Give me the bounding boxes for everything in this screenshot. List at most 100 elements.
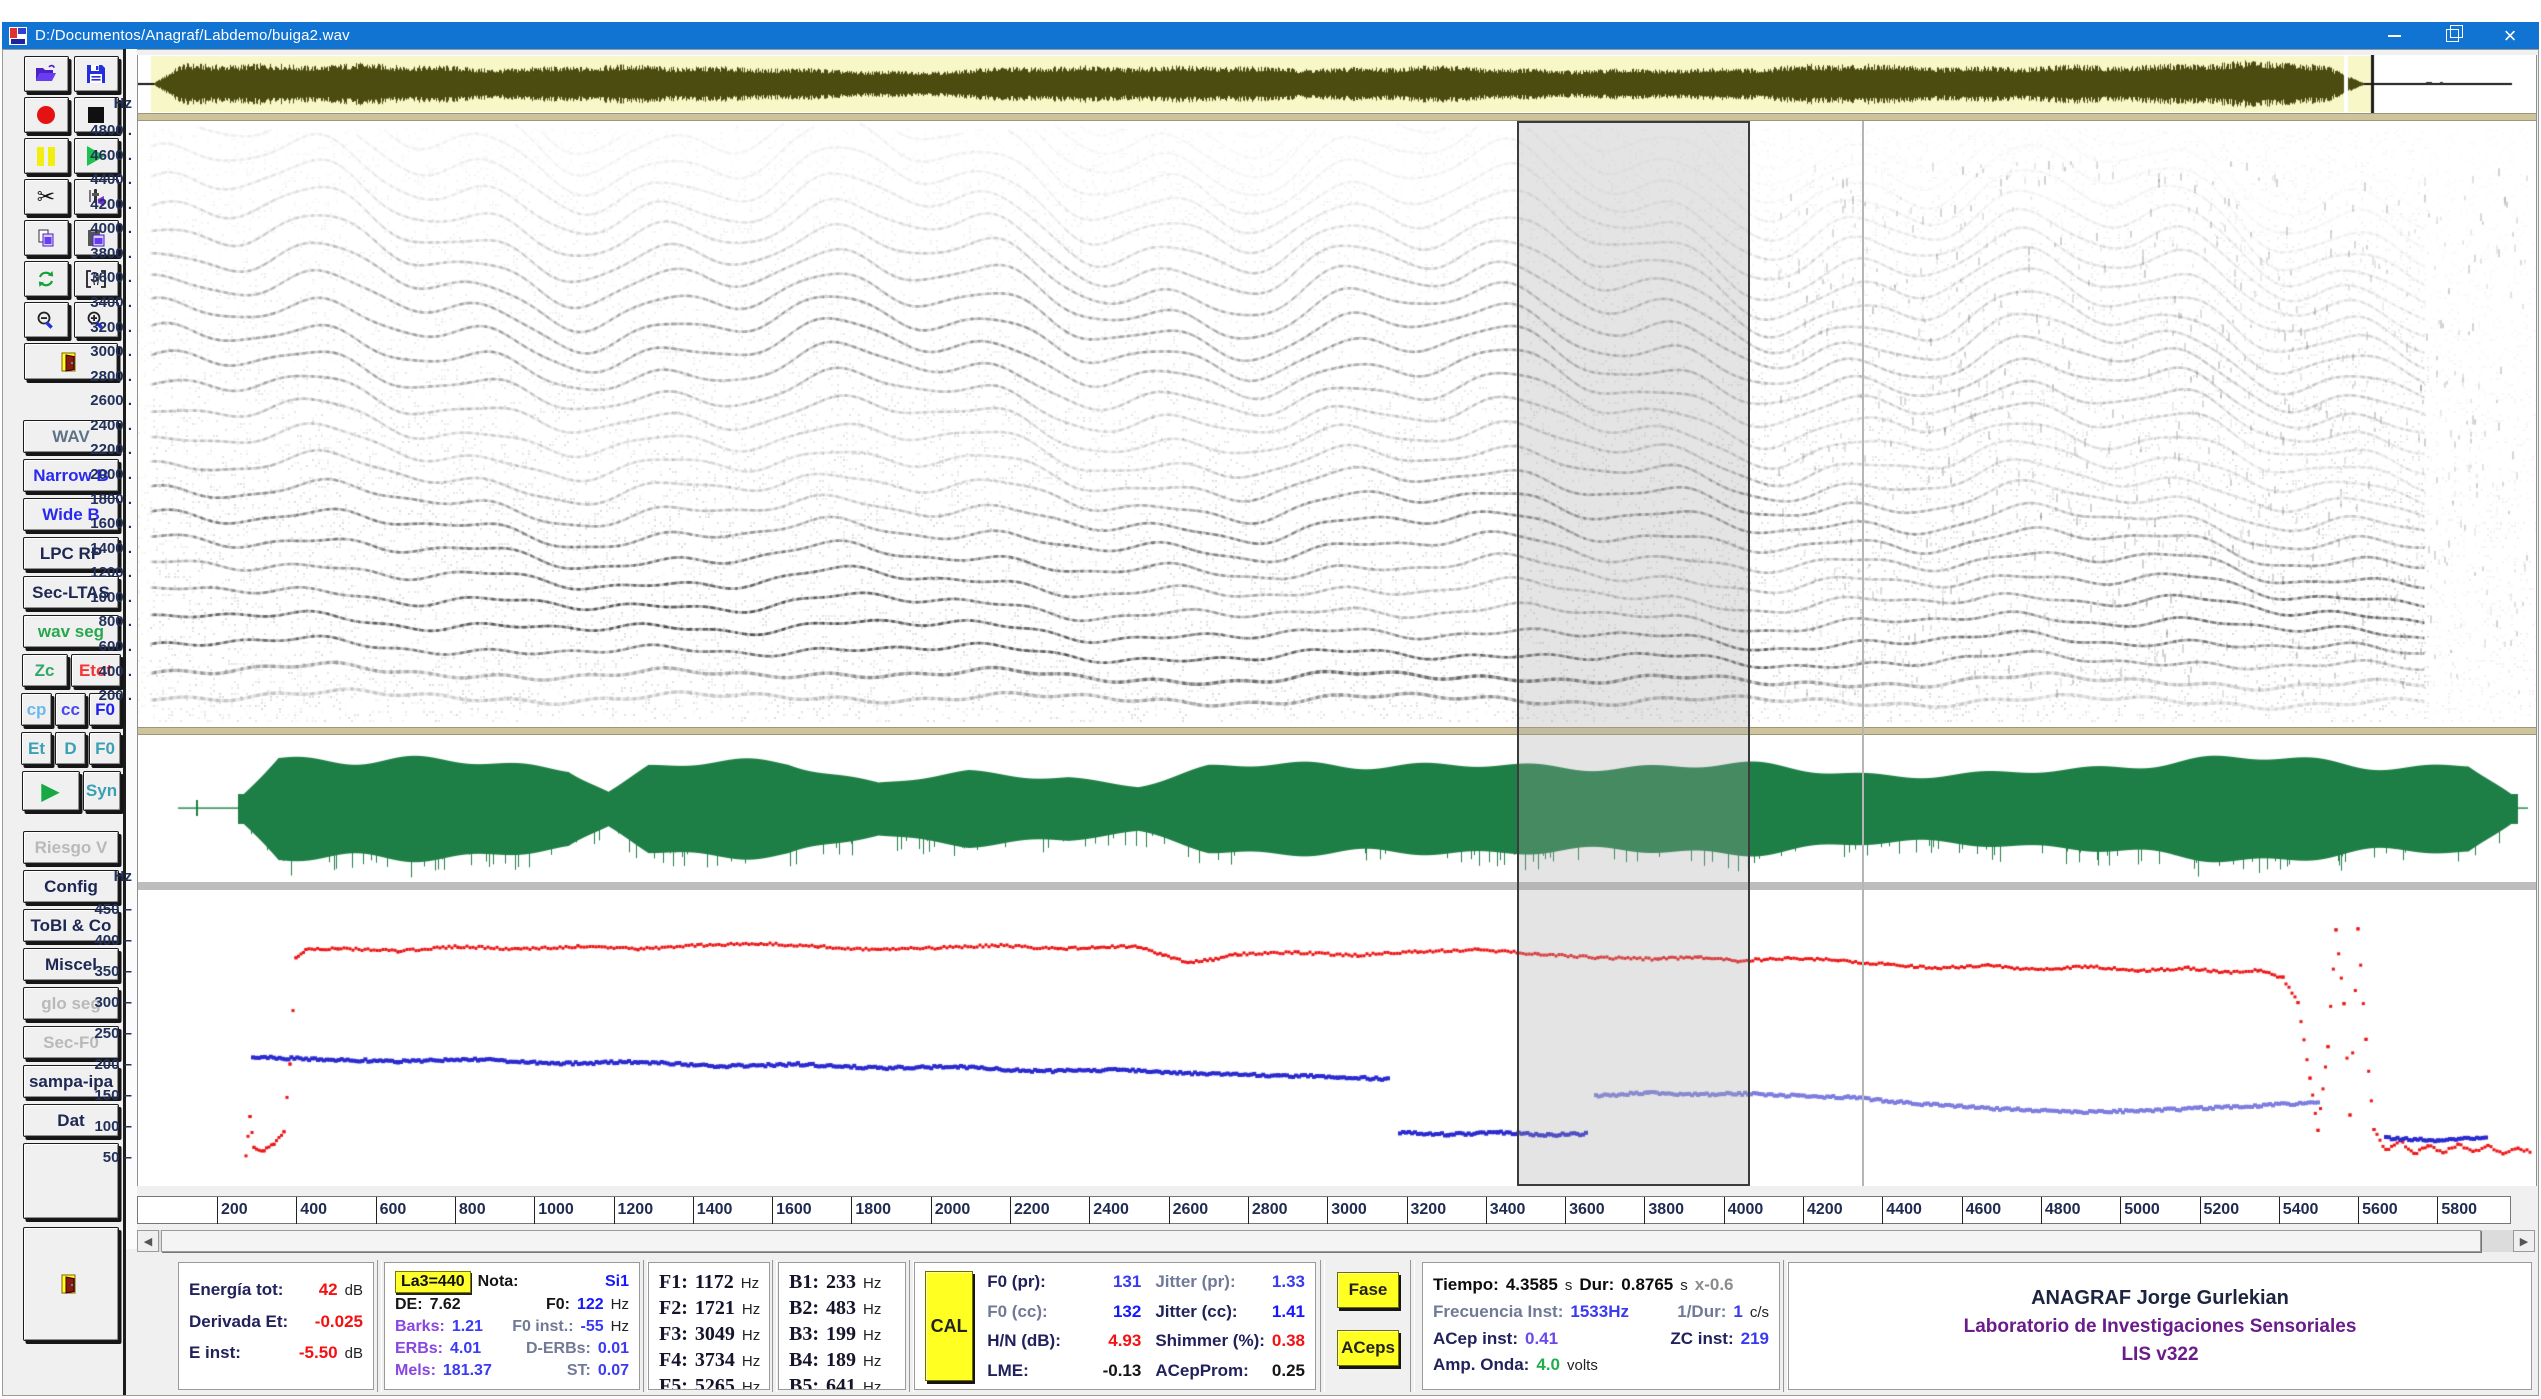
cut-button[interactable]: ✂ (24, 179, 69, 215)
measurement-label: ACepProm: (1155, 1360, 1249, 1381)
time-tick-label: 4400 (1886, 1201, 1922, 1219)
time-tick-label: 4800 (2045, 1201, 2081, 1219)
measurement-label: D-ERBs: (526, 1339, 591, 1359)
lab-name: Laboratorio de Investigaciones Sensorial… (1964, 1316, 2357, 1338)
spectrogram-canvas[interactable] (138, 121, 2536, 727)
side-button-f0[interactable]: F0 (89, 732, 121, 765)
measurement-value: -55 (581, 1317, 604, 1337)
refresh-button[interactable] (24, 261, 69, 297)
app-credit: ANAGRAF Jorge Gurlekian (2031, 1287, 2289, 1310)
pause-button[interactable] (24, 138, 69, 174)
fase-button[interactable]: Fase (1337, 1272, 1399, 1308)
axis-tick-label: 800 . (86, 613, 132, 630)
side-button-riesgo-v[interactable]: Riesgo V (23, 831, 119, 864)
record-button[interactable] (24, 97, 69, 133)
scroll-right-button[interactable]: ▶ (2513, 1230, 2535, 1252)
f0-contour-panel[interactable] (138, 890, 2536, 1186)
measurement-value: s (1565, 1277, 1573, 1296)
bandwidths-panel: B1:233HzB2:483HzB3:199HzB4:189HzB5:641Hz (778, 1262, 906, 1390)
measurement-value: Hz (742, 1379, 760, 1390)
axis-unit-label: Hz (86, 868, 132, 885)
measurement-value: 219 (1741, 1328, 1769, 1349)
time-tick (693, 1197, 694, 1224)
overview-waveform-canvas[interactable] (138, 55, 2536, 113)
measurement-value: 483 (826, 1296, 856, 1321)
overview-waveform-panel[interactable] (138, 55, 2536, 114)
measurement-label: B2: (789, 1296, 819, 1321)
restore-button[interactable] (2423, 22, 2481, 49)
spectrogram-panel[interactable] (138, 121, 2536, 727)
measurement-value: Mels: (395, 1361, 436, 1381)
axis-tick-label: 100 – (86, 1118, 132, 1135)
measurement-label: F3: (659, 1322, 688, 1347)
axis-tick-label: 4400 . (86, 171, 132, 188)
measurement-value: 132 (1113, 1301, 1141, 1322)
measurement-value: 181.37 (443, 1361, 492, 1381)
measurement-label: F0 inst.: (512, 1317, 573, 1337)
time-selection-overlay[interactable] (1517, 121, 1750, 1186)
aceps-button[interactable]: ACeps (1337, 1330, 1399, 1366)
axis-tick-label: 2200 . (86, 441, 132, 458)
measurement-value: 0.41 (1525, 1328, 1558, 1349)
time-tick (2358, 1197, 2359, 1224)
side-button-zc[interactable]: Zc (22, 654, 68, 687)
time-tick (296, 1197, 297, 1224)
save-file-button[interactable] (74, 56, 119, 92)
zoom-out-icon (36, 310, 56, 330)
time-tick-label: 2200 (1014, 1201, 1050, 1219)
measurement-label: F5: (659, 1374, 688, 1390)
measurement-value[interactable]: La3=440 (395, 1271, 471, 1293)
time-axis: 2004006008001000120014001600180020002200… (137, 1196, 2511, 1224)
measurement-label: Shimmer (%): (1155, 1330, 1265, 1351)
side-button-et[interactable]: Et (21, 732, 52, 765)
time-tick (534, 1197, 535, 1224)
cal-button[interactable]: CAL (925, 1271, 973, 1381)
time-tick (1565, 1197, 1566, 1224)
horizontal-scrollbar[interactable]: ◀ ▶ (137, 1230, 2535, 1252)
measurement-label: F4: (659, 1348, 688, 1373)
minimize-button[interactable] (2365, 22, 2423, 49)
side-button-cp[interactable]: cp (21, 693, 52, 726)
measurement-label: F2: (659, 1296, 688, 1321)
measurement-value: F0: (546, 1295, 570, 1315)
measurement-value: 3049 (695, 1322, 735, 1347)
axis-tick-label: 3800 . (86, 245, 132, 262)
divider-gray (138, 882, 2536, 890)
panel-groove (1783, 1260, 1788, 1392)
side-button-syn[interactable]: Syn (83, 771, 121, 811)
exit-button-bottom[interactable] (23, 1227, 119, 1341)
measurement-value: Tiempo: (1433, 1274, 1499, 1295)
divider-tan-bottom (138, 727, 2536, 735)
time-tick-label: 600 (380, 1201, 407, 1219)
time-tick-label: 5400 (2283, 1201, 2319, 1219)
waveform-canvas[interactable] (138, 736, 2536, 882)
measurement-label: Jitter (pr): (1155, 1271, 1235, 1292)
measurement-label: 1/Dur: (1677, 1301, 1726, 1322)
close-button[interactable]: × (2481, 22, 2539, 49)
measurement-value: Hz (611, 1296, 629, 1315)
time-tick (1644, 1197, 1645, 1224)
axis-tick-label: 50 – (86, 1149, 132, 1166)
measurement-value: 0.8765 (1621, 1274, 1673, 1295)
waveform-panel[interactable] (138, 736, 2536, 882)
open-file-button[interactable] (24, 56, 69, 92)
measurement-value: 233 (826, 1270, 856, 1295)
side-button--[interactable]: ▶ (22, 771, 80, 811)
side-button-cc[interactable]: cc (55, 693, 86, 726)
title-bar[interactable]: D:/Documentos/Anagraf/Labdemo/buiga2.wav… (2, 22, 2539, 49)
measurement-value: 5265 (695, 1374, 735, 1390)
side-button-d[interactable]: D (55, 732, 86, 765)
measurement-value: -5.50 (299, 1342, 338, 1363)
axis-tick-label: 250 – (86, 1025, 132, 1042)
scroll-left-button[interactable]: ◀ (137, 1230, 159, 1252)
panel-groove (1410, 1260, 1415, 1392)
zoom-out-button[interactable] (24, 302, 69, 338)
save-file-icon (86, 64, 106, 84)
f0-contour-canvas[interactable] (138, 890, 2536, 1186)
measurement-value: 0.07 (598, 1361, 629, 1381)
measurement-label: F0 (cc): (987, 1301, 1047, 1322)
copy-button[interactable] (24, 220, 69, 256)
record-icon (37, 106, 55, 124)
measurement-value: Hz (863, 1275, 881, 1294)
scrollbar-thumb[interactable] (161, 1230, 2481, 1252)
